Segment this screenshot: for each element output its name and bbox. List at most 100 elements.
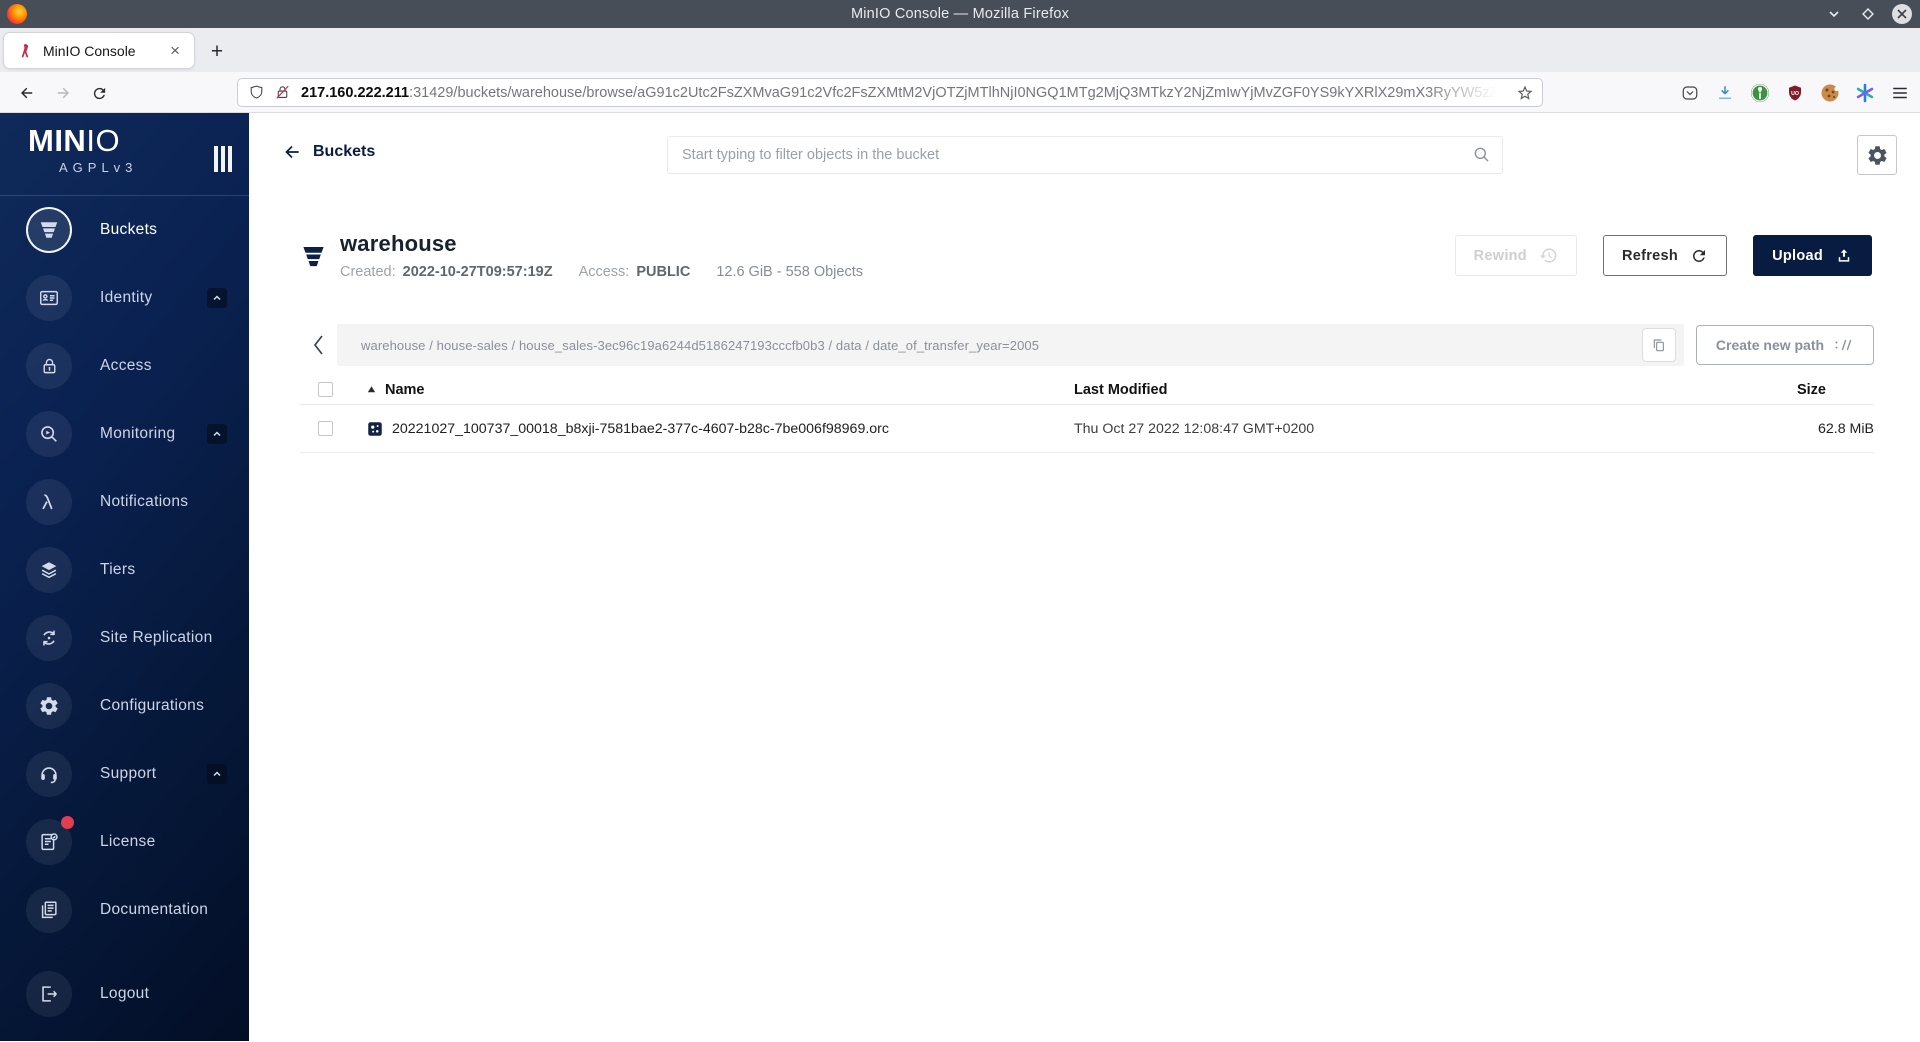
bucket-settings-button[interactable] (1857, 135, 1897, 175)
sidebar-item-site-replication[interactable]: Site Replication (0, 604, 249, 672)
tab-close-icon[interactable]: × (166, 40, 184, 61)
upload-label: Upload (1772, 247, 1823, 264)
chevron-up-icon[interactable] (207, 764, 227, 784)
url-host: 217.160.222.211 (301, 84, 410, 101)
object-file-icon (368, 421, 382, 436)
breadcrumb-path[interactable]: warehouse / house-sales / house_sales-3e… (361, 338, 1039, 353)
sidebar-item-license[interactable]: License (0, 808, 249, 876)
ublock-origin-icon[interactable]: UO (1785, 83, 1805, 103)
sidebar-item-label: Site Replication (100, 629, 213, 646)
url-text[interactable]: 217.160.222.211:31429/buckets/warehouse/… (301, 85, 1508, 101)
minio-brand: MINIO AGPLv3 (0, 113, 249, 195)
row-checkbox[interactable] (318, 421, 333, 436)
lock-icon (26, 343, 72, 389)
column-header-modified[interactable]: Last Modified (1074, 382, 1674, 398)
firefox-window: MinIO Console — Mozilla Firefox MinIO Co… (0, 0, 1920, 1042)
refresh-label: Refresh (1621, 247, 1679, 264)
language-extension-icon[interactable] (1855, 83, 1875, 103)
bookmark-star-icon[interactable] (1516, 84, 1534, 102)
sidebar-item-access[interactable]: Access (0, 332, 249, 400)
select-all-checkbox[interactable] (318, 382, 333, 397)
pocket-icon[interactable] (1680, 83, 1700, 103)
bucket-actions: Rewind Refresh Upload (1454, 235, 1872, 276)
sidebar-collapse-icon[interactable] (214, 146, 232, 172)
gear-icon (1866, 144, 1889, 167)
sidebar-item-label: Identity (100, 289, 153, 306)
tab-strip: MinIO Console × + (0, 28, 1920, 72)
bucket-name: warehouse (340, 231, 457, 256)
browser-reload-icon[interactable] (86, 80, 112, 106)
url-bar[interactable]: 217.160.222.211:31429/buckets/warehouse/… (237, 78, 1543, 107)
documentation-icon (26, 887, 72, 933)
sidebar-item-label: Configurations (100, 697, 205, 714)
license-edition-label: AGPLv3 (59, 160, 138, 175)
search-icon (1474, 147, 1489, 162)
access-value: PUBLIC (636, 264, 691, 280)
sidebar-item-monitoring[interactable]: Monitoring (0, 400, 249, 468)
svg-text:UO: UO (1791, 90, 1799, 96)
minio-logo: MINIO (28, 123, 120, 159)
logout-icon (26, 971, 72, 1017)
sidebar-nav: Buckets Identity Access Monitoring Notif… (0, 195, 249, 1041)
column-header-size[interactable]: Size (1674, 382, 1874, 398)
downloads-icon[interactable] (1715, 83, 1735, 103)
back-to-buckets-link[interactable]: Buckets (282, 142, 375, 162)
create-new-path-label: Create new path (1715, 337, 1825, 353)
gear-icon (26, 683, 72, 729)
sidebar-item-identity[interactable]: Identity (0, 264, 249, 332)
tab-minio-console[interactable]: MinIO Console × (3, 32, 195, 69)
id-card-icon (26, 275, 72, 321)
copy-path-button[interactable] (1642, 328, 1676, 362)
close-icon[interactable] (1892, 4, 1912, 24)
refresh-icon (1690, 247, 1708, 265)
chevron-up-icon[interactable] (207, 424, 227, 444)
sidebar-item-support[interactable]: Support (0, 740, 249, 808)
firefox-logo-icon (7, 4, 27, 24)
privacy-extension-icon[interactable] (1750, 83, 1770, 103)
search-input[interactable] (667, 136, 1503, 174)
sidebar-item-label: License (100, 833, 156, 850)
refresh-button[interactable]: Refresh (1602, 235, 1728, 276)
bucket-usage: 12.6 GiB - 558 Objects (716, 264, 863, 280)
sidebar-item-documentation[interactable]: Documentation (0, 876, 249, 944)
maximize-icon[interactable] (1858, 4, 1878, 24)
sort-ascending-icon[interactable] (366, 384, 377, 395)
column-header-name[interactable]: Name (385, 382, 425, 398)
window-titlebar: MinIO Console — Mozilla Firefox (0, 0, 1920, 28)
insecure-lock-icon[interactable] (274, 84, 291, 101)
sidebar-item-logout[interactable]: Logout (0, 960, 249, 1028)
chevron-up-icon[interactable] (207, 288, 227, 308)
sidebar-item-tiers[interactable]: Tiers (0, 536, 249, 604)
browser-toolbar: 217.160.222.211:31429/buckets/warehouse/… (0, 72, 1920, 113)
monitoring-search-icon (26, 411, 72, 457)
copy-icon (1653, 339, 1664, 352)
sidebar-item-label: Documentation (100, 901, 209, 918)
browser-back-icon[interactable] (14, 80, 40, 106)
upload-button[interactable]: Upload (1753, 235, 1872, 276)
headset-icon (26, 751, 72, 797)
upload-icon (1838, 248, 1850, 262)
cookie-extension-icon[interactable] (1820, 83, 1840, 103)
sidebar-item-label: Tiers (100, 561, 136, 578)
sidebar-item-label: Notifications (100, 493, 189, 510)
sidebar-item-notifications[interactable]: Notifications (0, 468, 249, 536)
replication-arrows-icon (26, 615, 72, 661)
breadcrumb: warehouse / house-sales / house_sales-3e… (337, 324, 1684, 366)
browser-forward-icon[interactable] (50, 80, 76, 106)
logo-text-accent: IO (86, 123, 121, 158)
new-tab-button[interactable]: + (202, 37, 232, 67)
menu-hamburger-icon[interactable] (1890, 83, 1910, 103)
minio-favicon-icon (21, 43, 29, 57)
object-row[interactable]: 20221027_100737_00018_b8xji-7581bae2-377… (300, 405, 1874, 453)
path-back-chevron[interactable] (299, 324, 337, 366)
sidebar-item-configurations[interactable]: Configurations (0, 672, 249, 740)
minimize-icon[interactable] (1824, 4, 1844, 24)
rewind-button[interactable]: Rewind (1454, 235, 1577, 276)
create-new-path-button[interactable]: Create new path (1696, 325, 1874, 365)
access-label: Access: (578, 264, 630, 280)
sidebar-item-label: Monitoring (100, 425, 176, 442)
objects-table-header: Name Last Modified Size (300, 375, 1874, 405)
sidebar-item-buckets[interactable]: Buckets (0, 196, 249, 264)
shield-permissions-icon[interactable] (248, 84, 265, 101)
arrow-left-icon (285, 145, 299, 159)
